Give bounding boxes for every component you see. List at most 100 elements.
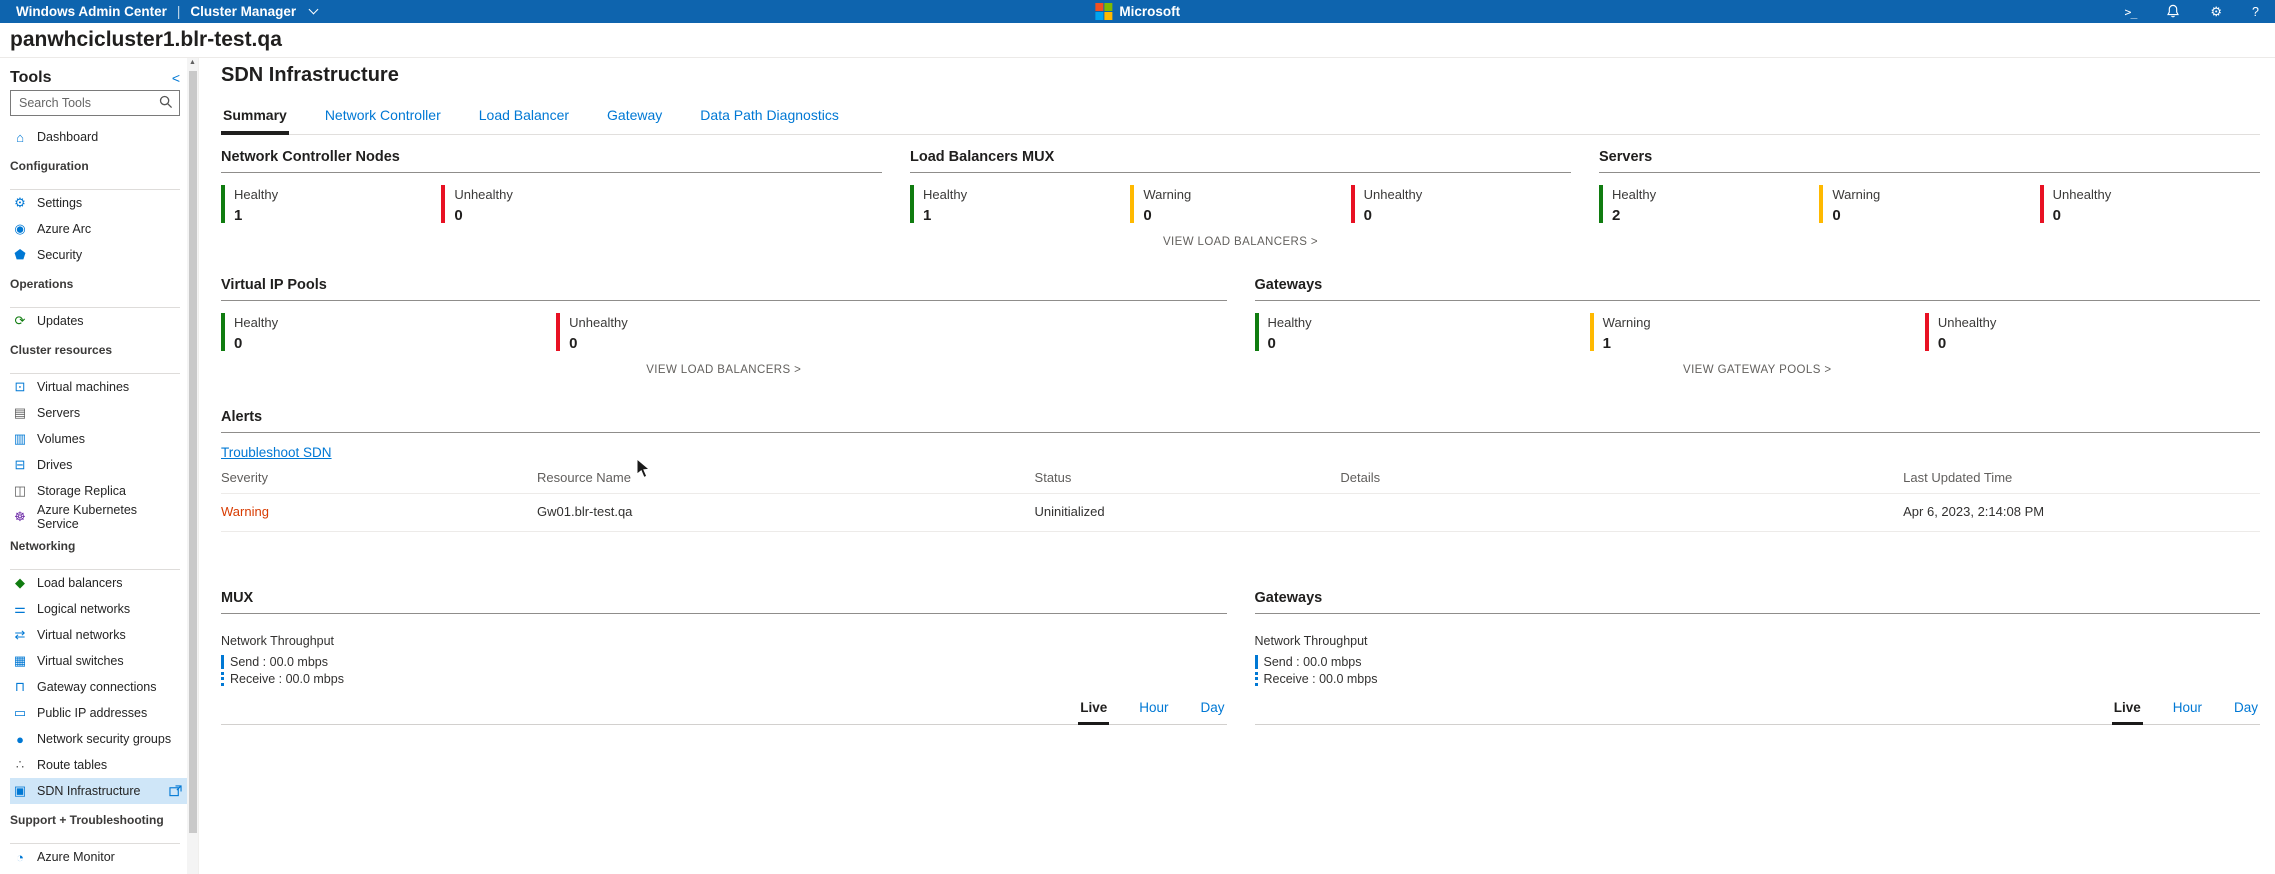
time-range-switcher: Live Hour Day [1255,700,2261,725]
range-day[interactable]: Day [2232,700,2260,724]
collapse-sidebar-icon[interactable]: < [172,70,180,86]
range-live[interactable]: Live [2112,700,2143,725]
stat-label: Healthy [1612,187,1656,202]
chevron-down-icon[interactable] [309,5,319,15]
sidebar-item-drives[interactable]: ⊟ Drives [10,452,180,478]
troubleshoot-sdn-link[interactable]: Troubleshoot SDN [221,445,332,460]
sidebar-item-label: Virtual networks [37,628,126,642]
view-load-balancers-link[interactable]: VIEW LOAD BALANCERS > [910,236,1571,251]
healthy-bar [221,185,225,223]
sidebar-item-azure-arc[interactable]: ◉ Azure Arc [10,216,180,242]
sidebar-item-label: Route tables [37,758,107,772]
solution-title[interactable]: Cluster Manager [190,4,296,19]
sidebar-group-configuration: Configuration [10,159,180,190]
settings-gear-icon[interactable]: ⚙ [2210,4,2222,20]
stat-value: 0 [1364,207,1423,224]
sidebar-item-updates[interactable]: ⟳ Updates [10,308,180,334]
drives-icon: ⊟ [12,457,28,473]
scroll-up-icon[interactable]: ▲ [187,59,198,66]
section-link [1599,236,2260,251]
view-gateway-pools-link[interactable]: VIEW GATEWAY POOLS > [1255,364,2261,379]
alert-details [1340,504,1903,519]
sidebar-item-network-security-groups[interactable]: ● Network security groups [10,726,180,752]
app-title[interactable]: Windows Admin Center [16,4,167,19]
alert-severity: Warning [221,504,537,519]
stat-label: Unhealthy [2053,187,2112,202]
search-input[interactable] [10,90,180,116]
stat-value: 1 [234,207,278,224]
help-icon[interactable]: ? [2252,5,2259,19]
range-day[interactable]: Day [1198,700,1226,724]
range-live[interactable]: Live [1078,700,1109,725]
healthy-bar [1255,313,1259,351]
col-resource-name: Resource Name [537,470,1035,485]
tab-network-controller[interactable]: Network Controller [323,107,443,134]
sidebar-group-networking: Networking [10,539,180,570]
view-load-balancers-link[interactable]: VIEW LOAD BALANCERS > [221,364,1227,379]
sidebar-item-security[interactable]: ⬟ Security [10,242,180,268]
send-legend: Send : 00.0 mbps [221,655,1227,669]
sidebar-item-label: Logical networks [37,602,130,616]
sidebar-scrollbar[interactable]: ▲ [187,58,198,874]
send-legend: Send : 00.0 mbps [1255,655,2261,669]
sidebar-item-label: Gateway connections [37,680,157,694]
sidebar-item-diagnostics[interactable]: ▦ Diagnostics [10,870,180,874]
microsoft-logo-icon [1095,3,1113,21]
cluster-title-bar: panwhcicluster1.blr-test.qa [0,23,2275,58]
tab-data-path-diagnostics[interactable]: Data Path Diagnostics [698,107,841,134]
sidebar-item-virtual-networks[interactable]: ⇄ Virtual networks [10,622,180,648]
tab-gateway[interactable]: Gateway [605,107,664,134]
sidebar-item-azure-monitor[interactable]: ◔ Azure Monitor [10,844,180,870]
powershell-console-icon[interactable]: >_ [2125,5,2137,19]
stat-tile-unhealthy: Unhealthy 0 [2040,185,2260,224]
alerts-section: Alerts Troubleshoot SDN Severity Resourc… [221,409,2260,532]
sidebar-item-route-tables[interactable]: ∴ Route tables [10,752,180,778]
stat-tile-healthy: Healthy 2 [1599,185,1819,224]
sidebar-item-dashboard[interactable]: ⌂ Dashboard [10,124,180,150]
sidebar-item-virtual-switches[interactable]: ▦ Virtual switches [10,648,180,674]
sidebar-item-settings[interactable]: ⚙ Settings [10,190,180,216]
sidebar-item-sdn-infrastructure[interactable]: ▣ SDN Infrastructure [10,778,188,804]
main-content: SDN Infrastructure Summary Network Contr… [199,58,2275,874]
notifications-bell-icon[interactable] [2166,4,2180,19]
chart-title: MUX [221,590,1227,614]
sidebar-item-logical-networks[interactable]: ⚌ Logical networks [10,596,180,622]
unhealthy-bar [1925,313,1929,351]
sidebar-item-label: Load balancers [37,576,122,590]
tab-load-balancer[interactable]: Load Balancer [477,107,571,134]
sidebar-item-label: Settings [37,196,82,210]
sidebar-item-storage-replica[interactable]: ◫ Storage Replica [10,478,180,504]
sidebar-item-load-balancers[interactable]: ◆ Load balancers [10,570,180,596]
sidebar-item-public-ip-addresses[interactable]: ▭ Public IP addresses [10,700,180,726]
sidebar-item-volumes[interactable]: ▥ Volumes [10,426,180,452]
stat-value: 1 [923,207,967,224]
sidebar-item-label: Security [37,248,82,262]
unhealthy-bar [556,313,560,351]
stat-tile-unhealthy: Unhealthy 0 [556,313,891,352]
sidebar-item-virtual-machines[interactable]: ⊡ Virtual machines [10,374,180,400]
public-ip-icon: ▭ [12,705,28,721]
stat-tile-healthy: Healthy 1 [221,185,441,224]
sidebar-item-gateway-connections[interactable]: ⊓ Gateway connections [10,674,180,700]
range-hour[interactable]: Hour [2171,700,2204,724]
stat-value: 0 [234,335,278,352]
col-last-updated-time: Last Updated Time [1903,470,2260,485]
alerts-table-header: Severity Resource Name Status Details La… [221,466,2260,494]
range-hour[interactable]: Hour [1137,700,1170,724]
alert-table-row[interactable]: Warning Gw01.blr-test.qa Uninitialized A… [221,494,2260,532]
sidebar-item-label: Dashboard [37,130,98,144]
popout-icon[interactable] [169,785,182,797]
unhealthy-bar [2040,185,2044,223]
scrollbar-thumb[interactable] [189,71,197,833]
tools-title: Tools [10,69,51,87]
sidebar-item-servers[interactable]: ▤ Servers [10,400,180,426]
alerts-title: Alerts [221,409,2260,433]
gear-icon: ⚙ [12,195,28,211]
tab-summary[interactable]: Summary [221,107,289,135]
stat-tile-healthy: Healthy 0 [221,313,556,352]
stat-label: Unhealthy [569,315,628,330]
metric-label: Network Throughput [221,634,1227,648]
servers-icon: ▤ [12,405,28,421]
volumes-icon: ▥ [12,431,28,447]
sidebar-item-azure-kubernetes-service[interactable]: ☸ Azure Kubernetes Service [10,504,180,530]
